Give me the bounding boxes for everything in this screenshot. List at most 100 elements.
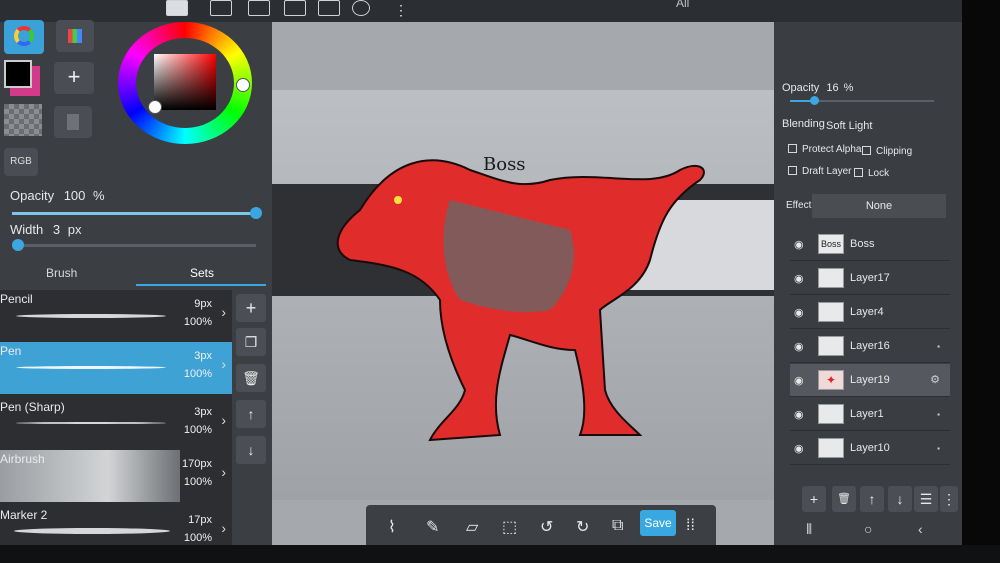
- eye-icon[interactable]: ◉: [794, 272, 804, 285]
- brush-width-handle[interactable]: [12, 239, 24, 251]
- grid-menu-icon[interactable]: ⁞⁞: [686, 517, 695, 535]
- layer-thumbnail: [818, 438, 844, 458]
- add-color-button[interactable]: +: [54, 62, 94, 94]
- layer-opacity-slider[interactable]: [790, 96, 934, 105]
- eye-icon[interactable]: ◉: [794, 306, 804, 319]
- layer-thumbnail: [818, 404, 844, 424]
- tab-brush[interactable]: Brush: [46, 266, 77, 280]
- pen-tool-icon[interactable]: ✎: [426, 517, 439, 537]
- move-layer-up-button[interactable]: ↑: [860, 486, 884, 512]
- brush-item-airbrush[interactable]: Airbrush 170px 100% ›: [0, 450, 232, 502]
- export-icon[interactable]: ⧉: [612, 517, 623, 535]
- chevron-right-icon[interactable]: ›: [221, 412, 226, 428]
- redo-icon[interactable]: ↻: [576, 517, 589, 537]
- chevron-right-icon[interactable]: ›: [221, 304, 226, 320]
- brush-name: Pen (Sharp): [0, 400, 65, 414]
- radial-icon[interactable]: [352, 0, 370, 16]
- layer-item-layer4[interactable]: ◉ Layer4: [790, 296, 950, 329]
- brush-size: 17px: [188, 514, 212, 526]
- eye-icon[interactable]: ◉: [794, 340, 804, 353]
- brush-item-pen[interactable]: Pen 3px 100% ›: [0, 342, 232, 394]
- tab-sets-indicator: [136, 284, 266, 286]
- rgb-button[interactable]: RGB: [4, 148, 38, 176]
- undo-icon[interactable]: ↺: [540, 517, 553, 537]
- duplicate-brush-button[interactable]: ❐: [236, 328, 266, 356]
- chevron-right-icon[interactable]: ›: [221, 356, 226, 372]
- layout-icon-1[interactable]: [166, 0, 188, 16]
- lock-label: Lock: [868, 168, 890, 179]
- eyedropper-icon[interactable]: ⌇: [388, 517, 396, 537]
- move-brush-up-button[interactable]: ↑: [236, 400, 266, 428]
- perspective-icon[interactable]: [318, 0, 340, 16]
- layer-item-layer10[interactable]: ◉ Layer10 ▪: [790, 432, 950, 465]
- brush-opacity-handle[interactable]: [250, 207, 262, 219]
- brush-opacity: 100%: [183, 424, 212, 436]
- brush-size: 3px: [194, 406, 212, 418]
- delete-layer-button[interactable]: 🗑: [832, 486, 856, 512]
- brush-name: Airbrush: [0, 452, 45, 466]
- layer-more-button[interactable]: ⋮: [940, 486, 958, 512]
- grid-icon[interactable]: [248, 0, 270, 16]
- layer-opacity-handle[interactable]: [810, 96, 819, 105]
- gear-icon[interactable]: ⚙: [930, 373, 940, 386]
- primary-color-swatch[interactable]: [4, 60, 32, 88]
- brush-opacity-slider[interactable]: [12, 207, 262, 219]
- layer-item-layer1[interactable]: ◉ Layer1 ▪: [790, 398, 950, 431]
- hue-picker-handle[interactable]: [236, 78, 250, 92]
- chevron-right-icon[interactable]: ›: [221, 520, 226, 536]
- palette-mode-button[interactable]: [56, 20, 94, 52]
- blending-label: Blending: [782, 118, 825, 130]
- eraser-icon[interactable]: ▱: [466, 517, 478, 537]
- save-button[interactable]: Save: [640, 510, 676, 536]
- brush-width-slider[interactable]: [12, 239, 256, 251]
- brush-size: 3px: [194, 350, 212, 362]
- clipping-checkbox[interactable]: [862, 146, 871, 155]
- recent-apps-icon[interactable]: ⦀: [806, 521, 812, 538]
- lines-icon[interactable]: [284, 0, 306, 16]
- back-icon[interactable]: ‹: [918, 521, 923, 537]
- palette-grid-icon: [68, 29, 82, 43]
- app-screen: ⋮ All + RGB Opacity 100 % Width 3 px Bru…: [0, 0, 1000, 563]
- delete-brush-button[interactable]: 🗑: [236, 364, 266, 392]
- saturation-value-square[interactable]: [154, 54, 216, 110]
- layer-item-layer17[interactable]: ◉ Layer17: [790, 262, 950, 295]
- protect-alpha-checkbox[interactable]: [788, 144, 797, 153]
- width-text: Width: [10, 222, 44, 237]
- effect-label: Effect: [786, 200, 812, 211]
- draft-layer-checkbox[interactable]: [788, 166, 797, 175]
- eye-icon[interactable]: ◉: [794, 442, 804, 455]
- layout-icon-2[interactable]: [210, 0, 232, 16]
- move-layer-down-button[interactable]: ↓: [888, 486, 912, 512]
- effect-dropdown[interactable]: None: [812, 194, 946, 218]
- layer-name: Boss: [850, 238, 875, 250]
- brush-item-pen-sharp[interactable]: Pen (Sharp) 3px 100% ›: [0, 398, 232, 450]
- tab-sets[interactable]: Sets: [190, 266, 214, 280]
- layer-item-layer16[interactable]: ◉ Layer16 ▪: [790, 330, 950, 363]
- delete-color-button[interactable]: [54, 106, 92, 138]
- layer-menu-button[interactable]: ☰: [914, 486, 938, 512]
- transparent-color-swatch[interactable]: [4, 104, 42, 136]
- more-menu-icon[interactable]: ⋮: [394, 2, 408, 19]
- add-brush-button[interactable]: +: [236, 294, 266, 322]
- brush-item-pencil[interactable]: Pencil 9px 100% ›: [0, 290, 232, 342]
- add-layer-button[interactable]: +: [802, 486, 826, 512]
- color-wheel-mode-button[interactable]: [4, 20, 44, 54]
- move-brush-down-button[interactable]: ↓: [236, 436, 266, 464]
- blending-mode-dropdown[interactable]: Soft Light: [826, 120, 942, 132]
- layer-thumbnail: [818, 336, 844, 356]
- chevron-right-icon[interactable]: ›: [221, 464, 226, 480]
- layer-item-boss[interactable]: ◉ Boss Boss: [790, 228, 950, 261]
- eye-icon[interactable]: ◉: [794, 238, 804, 251]
- brush-stroke-preview: [16, 314, 166, 318]
- select-icon[interactable]: ⬚: [502, 517, 517, 537]
- toolbar-title: All: [676, 0, 690, 10]
- brush-size: 9px: [194, 298, 212, 310]
- home-icon[interactable]: ○: [864, 521, 872, 537]
- opacity-value: 100: [63, 188, 86, 203]
- layer-item-layer19[interactable]: ◉ ✦ Layer19 ⚙: [790, 364, 950, 397]
- eye-icon[interactable]: ◉: [794, 374, 804, 387]
- brush-size: 170px: [182, 458, 212, 470]
- lock-checkbox[interactable]: [854, 168, 863, 177]
- eye-icon[interactable]: ◉: [794, 408, 804, 421]
- sv-picker-handle[interactable]: [148, 100, 162, 114]
